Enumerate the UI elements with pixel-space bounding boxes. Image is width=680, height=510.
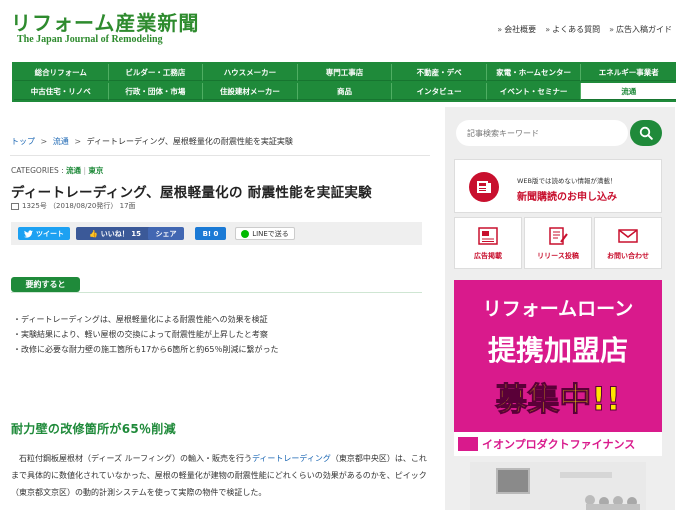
nav-item[interactable]: ビルダー・工務店: [108, 64, 204, 81]
header-link-ad-guide[interactable]: 広告入稿ガイド: [609, 24, 672, 35]
aeon-logo-icon: [458, 437, 478, 451]
banner-line-1: リフォームローン: [482, 298, 634, 320]
summary-item: 改修に必要な耐力壁の施工箇所も17から6箇所と約65％削減に繋がった: [13, 342, 278, 357]
summary-underline: [11, 292, 422, 293]
mail-icon: [618, 229, 638, 243]
nav-item[interactable]: 行政・団体・市場: [108, 83, 204, 100]
site-header: リフォーム産業新聞 The Japan Journal of Remodelin…: [0, 0, 680, 58]
breadcrumb: トップ > 流通 > ディートレーディング、屋根軽量化の耐震性能を実証実験: [11, 136, 293, 147]
article-body: 石粒付鋼板屋根材（ディーズ ルーフィング）の輸入・販売を行うディートレーディング…: [11, 450, 429, 501]
banner-footer: イオンプロダクトファイナンス: [454, 432, 662, 456]
article-categories: CATEGORIES : 流通 | 東京: [11, 166, 104, 175]
breadcrumb-separator: >: [40, 137, 48, 146]
section-heading: 耐力壁の改修箇所が65％削減: [11, 422, 176, 436]
issue-info: 1325号 （2018/08/20発行） 17面: [11, 201, 136, 211]
nav-item[interactable]: 商品: [297, 83, 393, 100]
quick-links: 広告掲載 リリース投稿 お問い合わせ: [454, 217, 662, 269]
summary-item: 実験結果により、軽い屋根の交換によって耐震性能が上昇したと考察: [13, 327, 278, 342]
summary-item: ディートレーディングは、屋根軽量化による耐震性能への効果を検証: [13, 312, 278, 327]
header-links: 会社概要 よくある質問 広告入稿ガイド: [497, 24, 672, 35]
tweet-button[interactable]: ツイート: [18, 227, 70, 240]
facebook-like-button[interactable]: 👍 いいね！ 15: [76, 227, 154, 240]
contact-link[interactable]: お問い合わせ: [594, 217, 662, 269]
nav-item[interactable]: イベント・セミナー: [486, 83, 582, 100]
site-logo-title[interactable]: リフォーム産業新聞: [11, 7, 199, 36]
nav-item[interactable]: インタビュー: [392, 83, 487, 100]
release-post-link[interactable]: リリース投稿: [524, 217, 592, 269]
breadcrumb-current: ディートレーディング、屋根軽量化の耐震性能を実証実験: [86, 137, 293, 146]
search-icon: [639, 126, 653, 140]
ad-placement-link[interactable]: 広告掲載: [454, 217, 522, 269]
newspaper-icon: [11, 202, 19, 210]
summary-list: ディートレーディングは、屋根軽量化による耐震性能への効果を検証 実験結果により、…: [13, 312, 278, 357]
ad-icon: [478, 227, 498, 245]
like-label: いいね！ 15: [100, 229, 141, 238]
line-send-button[interactable]: LINEで送る: [235, 227, 295, 240]
category-link[interactable]: 流通: [66, 166, 81, 175]
nav-row-2: 中古住宅・リノベ 行政・団体・市場 住設建材メーカー 商品 インタビュー イベン…: [14, 83, 677, 100]
header-link-faq[interactable]: よくある質問: [545, 24, 600, 35]
site-logo-subtitle: The Japan Journal of Remodeling: [17, 34, 163, 45]
nav-item[interactable]: 中古住宅・リノベ: [14, 83, 109, 100]
nav-item[interactable]: 住設建材メーカー: [203, 83, 298, 100]
nav-item[interactable]: 不動産・デベ: [392, 64, 487, 81]
nav-item[interactable]: 専門工事店: [297, 64, 393, 81]
summary-label: 要約すると: [11, 277, 80, 292]
body-text-prefix: 石粒付鋼板屋根材（ディーズ ルーフィング）の輸入・販売を行う: [11, 454, 252, 463]
subscribe-banner[interactable]: WEB版では読めない情報が満載！ 新聞購読のお申し込み: [454, 159, 662, 213]
nav-item[interactable]: エネルギー事業者: [581, 64, 677, 81]
search-button[interactable]: [630, 120, 662, 146]
banner-line-2: 提携加盟店: [487, 334, 628, 367]
release-post-label: リリース投稿: [537, 252, 579, 260]
seminar-photo-image: [470, 462, 646, 510]
ad-placement-label: 広告掲載: [474, 252, 502, 260]
line-icon: [241, 229, 250, 238]
subscribe-tagline: WEB版では読めない情報が満載！: [517, 177, 617, 185]
hatena-bookmark-button[interactable]: B! 0: [195, 227, 226, 240]
nav-item-active[interactable]: 流通: [581, 83, 677, 100]
breadcrumb-home[interactable]: トップ: [11, 137, 35, 146]
sidebar-photo[interactable]: [470, 462, 646, 510]
search-input[interactable]: [456, 120, 628, 146]
nav-row-1: 総合リフォーム ビルダー・工務店 ハウスメーカー 専門工事店 不動産・デベ 家電…: [14, 64, 677, 81]
twitter-bird-icon: [24, 229, 33, 238]
main-nav: 総合リフォーム ビルダー・工務店 ハウスメーカー 専門工事店 不動産・デベ 家電…: [12, 62, 677, 102]
contact-label: お問い合わせ: [607, 252, 649, 260]
banner-company: イオンプロダクトファイナンス: [482, 438, 636, 451]
nav-item[interactable]: ハウスメーカー: [203, 64, 298, 81]
reform-loan-banner[interactable]: リフォームローン 提携加盟店 募集中!! イオンプロダクトファイナンス: [454, 280, 662, 456]
document-pen-icon: [549, 227, 568, 245]
nav-item[interactable]: 総合リフォーム: [14, 64, 109, 81]
newspaper-icon: [469, 172, 499, 202]
company-link[interactable]: ディートレーディング: [252, 454, 331, 463]
line-label: LINEで送る: [252, 229, 289, 238]
categories-label: CATEGORIES :: [11, 166, 64, 175]
share-bar: ツイート 👍 いいね！ 15 シェア B! 0 LINEで送る: [11, 222, 422, 245]
thumbs-up-icon: 👍: [89, 229, 98, 238]
issue-text: 1325号 （2018/08/20発行） 17面: [22, 202, 136, 210]
tweet-label: ツイート: [36, 229, 64, 238]
nav-item[interactable]: 家電・ホームセンター: [486, 64, 582, 81]
facebook-share-button[interactable]: シェア: [148, 227, 184, 240]
header-link-company[interactable]: 会社概要: [497, 24, 536, 35]
banner-line-3: 募集中!!: [495, 380, 621, 419]
article-title: ディートレーディング、屋根軽量化の 耐震性能を実証実験: [11, 185, 372, 201]
category-link[interactable]: 東京: [88, 166, 103, 175]
divider: [10, 155, 430, 156]
breadcrumb-separator: >: [74, 137, 82, 146]
subscribe-title: 新聞購読のお申し込み: [517, 192, 617, 203]
breadcrumb-category[interactable]: 流通: [53, 137, 69, 146]
